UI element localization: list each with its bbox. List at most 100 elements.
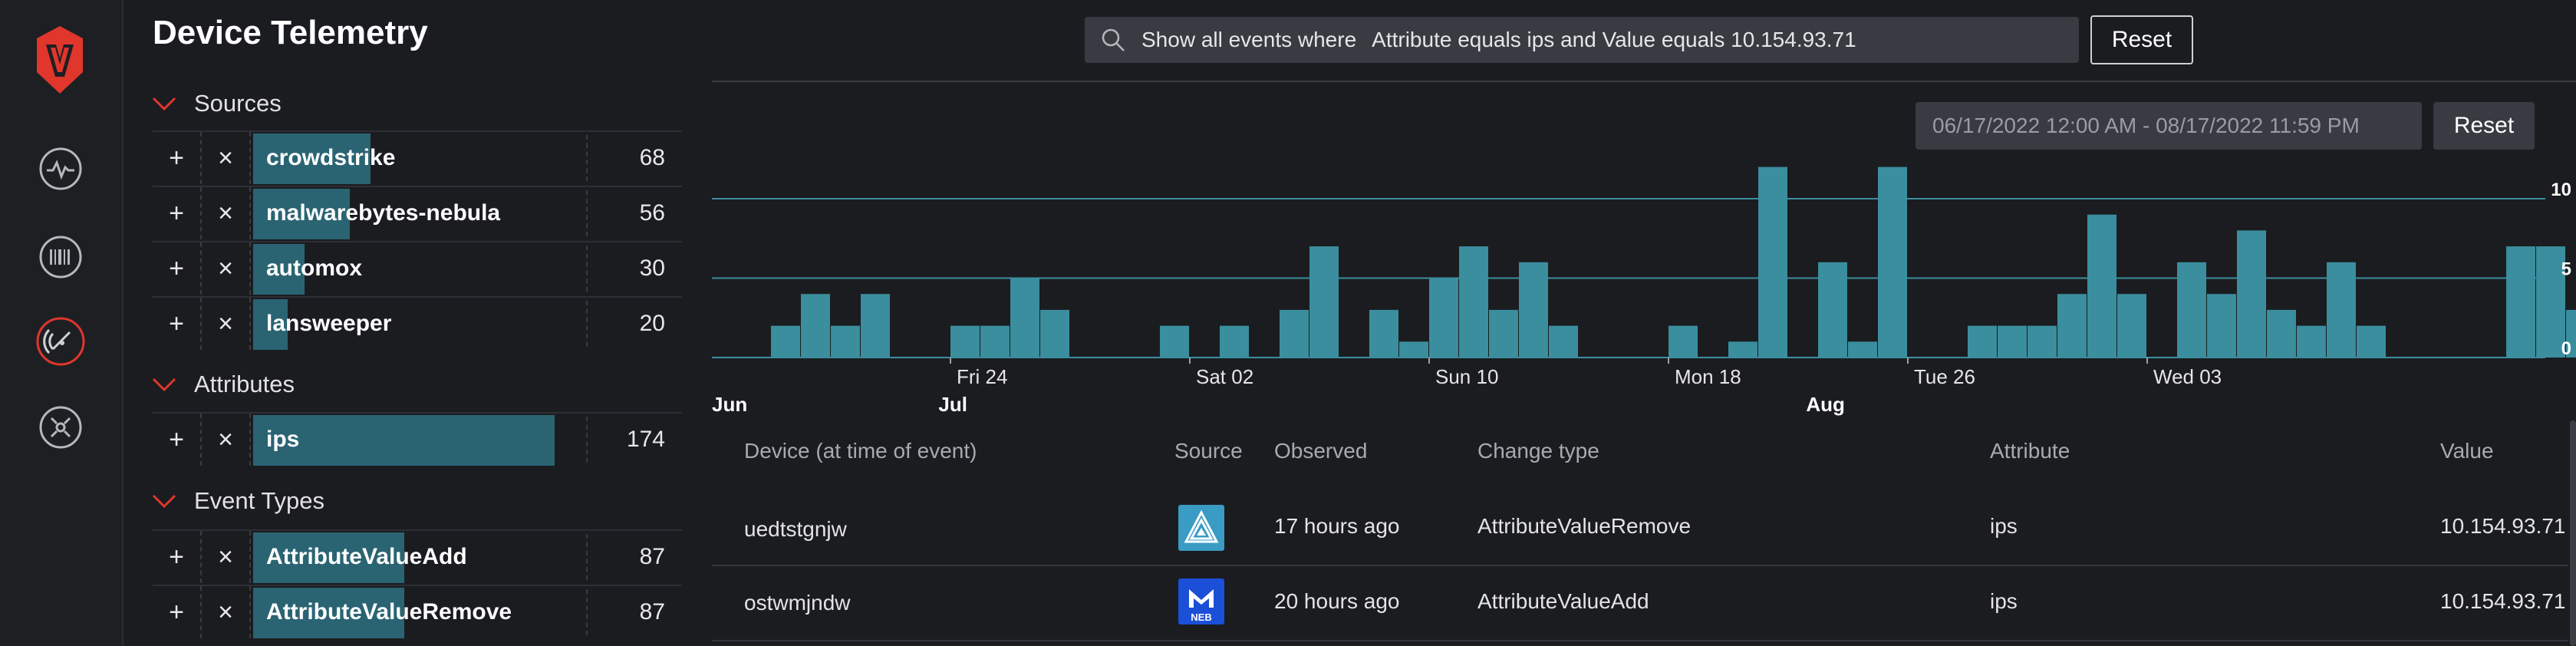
y-tick-label: 5 bbox=[2561, 259, 2571, 280]
event-types-section-toggle[interactable]: Event Types bbox=[151, 486, 324, 516]
divider bbox=[586, 190, 588, 236]
search-reset-button[interactable]: Reset bbox=[2090, 15, 2193, 64]
device-cell[interactable]: uedtstgnjw bbox=[744, 517, 847, 542]
filter-label[interactable]: malwarebytes-nebula bbox=[266, 187, 500, 239]
column-header-value[interactable]: Value bbox=[2440, 439, 2494, 463]
filter-row: + × crowdstrike 68 bbox=[153, 130, 682, 184]
chart-bar bbox=[1429, 278, 1458, 358]
x-tick-label: Fri 24 bbox=[957, 365, 1007, 388]
filter-label[interactable]: AttributeValueAdd bbox=[266, 531, 467, 583]
chart-bar bbox=[771, 325, 800, 358]
column-header-source[interactable]: Source bbox=[1174, 439, 1243, 463]
chart-bar bbox=[1519, 262, 1548, 358]
date-reset-button[interactable]: Reset bbox=[2433, 102, 2535, 150]
chart-bar bbox=[1549, 325, 1578, 358]
date-range-input[interactable]: 06/17/2022 12:00 AM - 08/17/2022 11:59 P… bbox=[1916, 102, 2422, 150]
month-label: Jun bbox=[712, 393, 747, 416]
x-tick-label: Wed 03 bbox=[2153, 365, 2222, 388]
chart-bar bbox=[980, 325, 1010, 358]
filter-row: + × malwarebytes-nebula 56 bbox=[153, 186, 682, 239]
filter-label[interactable]: automox bbox=[266, 242, 362, 295]
column-header-device[interactable]: Device (at time of event) bbox=[744, 439, 977, 463]
divider bbox=[586, 589, 588, 635]
activity-icon[interactable] bbox=[36, 144, 85, 193]
chart-bar bbox=[2177, 262, 2206, 358]
chart-bar bbox=[1220, 325, 1249, 358]
chart-bar bbox=[2267, 309, 2296, 358]
search-query: Attribute equals ips and Value equals 10… bbox=[1372, 28, 1856, 51]
attributes-section-title: Attributes bbox=[194, 371, 295, 397]
column-header-observed[interactable]: Observed bbox=[1274, 439, 1367, 463]
y-tick-label: 0 bbox=[2561, 338, 2571, 359]
divider bbox=[586, 534, 588, 580]
sources-section-toggle[interactable]: Sources bbox=[151, 88, 282, 119]
add-filter-button[interactable]: + bbox=[153, 187, 202, 239]
filter-label[interactable]: lansweeper bbox=[266, 298, 391, 350]
chart-bar bbox=[2506, 246, 2535, 358]
filter-row: + × AttributeValueAdd 87 bbox=[153, 529, 682, 583]
attribute-cell: ips bbox=[1990, 589, 2018, 613]
chevron-down-icon bbox=[152, 494, 176, 509]
exclude-filter-button[interactable]: × bbox=[202, 132, 251, 184]
exclude-filter-button[interactable]: × bbox=[202, 187, 251, 239]
add-filter-button[interactable]: + bbox=[153, 298, 202, 350]
value-cell: 10.154.93.71 bbox=[2440, 589, 2566, 613]
chart-bar bbox=[1878, 166, 1907, 358]
filter-count: 87 bbox=[639, 599, 665, 625]
month-label: Jul bbox=[938, 393, 967, 416]
device-cell[interactable]: ostwmjndw bbox=[744, 591, 850, 615]
search-icon bbox=[1102, 28, 1125, 51]
network-icon[interactable] bbox=[36, 403, 85, 452]
chart-bar bbox=[2087, 214, 2116, 358]
column-header-change-type[interactable]: Change type bbox=[1477, 439, 1599, 463]
x-tick-label: Sat 02 bbox=[1196, 365, 1253, 388]
chart-bar bbox=[1160, 325, 1189, 358]
chart-bar bbox=[1818, 262, 1847, 358]
search-input[interactable]: Show all events where Attribute equals i… bbox=[1085, 17, 2079, 63]
change-type-cell: AttributeValueRemove bbox=[1477, 514, 1692, 538]
filter-panel: Device Telemetry Sources + × crowdstrike… bbox=[122, 0, 682, 646]
chart-bar bbox=[1998, 325, 2027, 358]
chart-bar bbox=[1489, 309, 1518, 358]
chart-bar bbox=[1399, 341, 1428, 358]
filter-label[interactable]: crowdstrike bbox=[266, 132, 395, 184]
logo-icon[interactable] bbox=[35, 25, 84, 95]
chart-x-axis: Fri 24 Sat 02 Sun 10 Mon 18 Tue 26 Wed 03 Jun J… bbox=[712, 358, 2222, 416]
filter-row: + × automox 30 bbox=[153, 241, 682, 295]
radar-icon[interactable] bbox=[36, 317, 85, 366]
chart-bar bbox=[2207, 294, 2236, 358]
svg-text:NEB: NEB bbox=[1191, 611, 1211, 623]
events-histogram: Fri 24 Sat 02 Sun 10 Mon 18 Tue 26 Wed 03 Jun J… bbox=[712, 166, 2576, 416]
chart-bar bbox=[801, 294, 830, 358]
add-filter-button[interactable]: + bbox=[153, 242, 202, 295]
add-filter-button[interactable]: + bbox=[153, 132, 202, 184]
chart-bar bbox=[831, 325, 860, 358]
filter-label[interactable]: AttributeValueRemove bbox=[266, 586, 512, 638]
column-header-attribute[interactable]: Attribute bbox=[1990, 439, 2070, 463]
sources-section-title: Sources bbox=[194, 90, 282, 117]
filter-count: 87 bbox=[639, 544, 665, 569]
add-filter-button[interactable]: + bbox=[153, 586, 202, 638]
table-row[interactable]: uedtstgnjw 17 hours ago AttributeValueRe… bbox=[712, 491, 2568, 566]
divider bbox=[586, 417, 588, 463]
exclude-filter-button[interactable]: × bbox=[202, 242, 251, 295]
add-filter-button[interactable]: + bbox=[153, 531, 202, 583]
attributes-section-toggle[interactable]: Attributes bbox=[151, 369, 295, 400]
chart-bar bbox=[2297, 325, 2326, 358]
exclude-filter-button[interactable]: × bbox=[202, 531, 251, 583]
filter-row: + × lansweeper 20 bbox=[153, 296, 682, 350]
x-tick-label: Mon 18 bbox=[1675, 365, 1741, 388]
scrollbar[interactable] bbox=[2570, 420, 2576, 646]
add-filter-button[interactable]: + bbox=[153, 414, 202, 466]
filter-label[interactable]: ips bbox=[266, 414, 299, 466]
chart-bar bbox=[950, 325, 980, 358]
exclude-filter-button[interactable]: × bbox=[202, 414, 251, 466]
table-row[interactable]: ostwmjndw NEB 20 hours ago AttributeValu… bbox=[712, 566, 2568, 641]
observed-cell: 17 hours ago bbox=[1274, 514, 1400, 538]
chart-bar bbox=[1848, 341, 1877, 358]
page-title: Device Telemetry bbox=[153, 14, 428, 51]
exclude-filter-button[interactable]: × bbox=[202, 586, 251, 638]
barcode-icon[interactable] bbox=[36, 232, 85, 282]
divider bbox=[712, 81, 2576, 82]
exclude-filter-button[interactable]: × bbox=[202, 298, 251, 350]
